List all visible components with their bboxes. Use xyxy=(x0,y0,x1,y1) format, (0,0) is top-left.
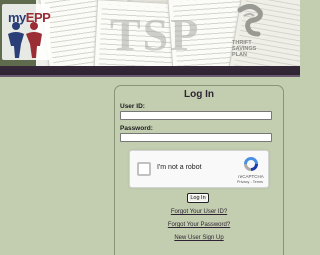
recaptcha-logo-icon xyxy=(244,157,258,171)
recaptcha-brand: reCAPTCHA xyxy=(238,174,264,179)
forgot-user-id-link[interactable]: Forgot Your User ID? xyxy=(115,209,283,215)
new-user-signup-link[interactable]: New User Sign Up xyxy=(115,235,283,241)
recaptcha-label: I'm not a robot xyxy=(157,164,202,171)
recaptcha-checkbox[interactable] xyxy=(137,162,151,176)
password-label: Password: xyxy=(120,125,153,132)
login-button[interactable]: Log In xyxy=(187,193,209,203)
login-title: Log In xyxy=(184,89,214,100)
header-stripe xyxy=(0,66,300,75)
recaptcha-widget: I'm not a robot reCAPTCHA Privacy - Term… xyxy=(129,150,269,188)
recaptcha-links[interactable]: Privacy - Terms xyxy=(230,180,270,184)
user-id-input[interactable] xyxy=(120,111,272,120)
tsp-swirl-icon xyxy=(237,4,263,37)
password-input[interactable] xyxy=(120,133,272,142)
header-banner: TSP myEPP THRIFT SAVINGS PLAN xyxy=(0,0,300,66)
user-id-label: User ID: xyxy=(120,103,145,110)
header-stripe-accent xyxy=(0,75,300,77)
tsp-wordmark: THRIFT SAVINGS PLAN xyxy=(232,40,257,58)
people-figures-icon xyxy=(8,22,42,58)
forgot-password-link[interactable]: Forgot Your Password? xyxy=(115,222,283,228)
login-panel: Log In User ID: Password: I'm not a robo… xyxy=(114,85,284,255)
background-letters: TSP xyxy=(110,9,201,60)
myepp-logo[interactable]: myEPP xyxy=(2,4,51,60)
